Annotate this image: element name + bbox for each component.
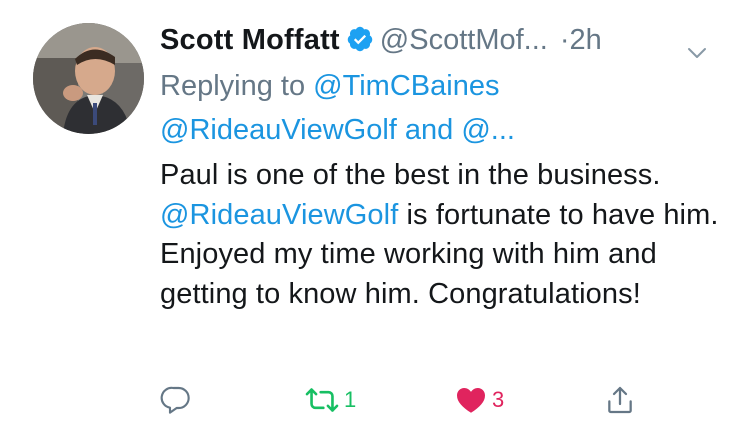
tweet-card[interactable]: Scott Moffatt @ScottMof... ·2h Replying to… [0, 0, 750, 444]
avatar-photo [33, 23, 144, 134]
replying-to-label: Replying to [160, 70, 306, 102]
tweet-text: Paul is one of the best in the business.… [160, 156, 730, 314]
retweet-icon [305, 388, 339, 412]
display-name[interactable]: Scott Moffatt [160, 24, 340, 56]
share-icon [608, 386, 632, 414]
reply-button[interactable] [160, 382, 197, 418]
chevron-down-icon[interactable] [686, 31, 708, 58]
author-handle[interactable]: @ScottMof... [380, 24, 548, 56]
tweet-mention-link[interactable]: @RideauViewGolf [160, 199, 398, 231]
like-count: 3 [492, 387, 505, 412]
verified-badge-icon [346, 20, 374, 52]
timestamp[interactable]: 2h [570, 24, 602, 56]
retweet-button[interactable]: 1 [305, 382, 356, 418]
replying-to: Replying to @TimCBaines [160, 66, 499, 106]
tweet-header: Scott Moffatt @ScottMof... ·2h [160, 16, 730, 64]
replying-to-more[interactable]: @RideauViewGolf and @... [160, 110, 515, 150]
like-button[interactable]: 3 [455, 382, 504, 418]
action-bar: 1 3 [160, 382, 660, 418]
avatar[interactable] [33, 23, 144, 134]
reply-icon [160, 386, 190, 414]
heart-icon [457, 388, 485, 413]
tweet-text-part1: Paul is one of the best in the business. [160, 159, 661, 191]
reply-mention-link[interactable]: @TimCBaines [313, 70, 499, 102]
share-button[interactable] [604, 382, 636, 418]
separator-dot: · [559, 24, 570, 56]
retweet-count: 1 [344, 387, 357, 412]
reply-mentions-more[interactable]: @RideauViewGolf and @... [160, 114, 515, 146]
